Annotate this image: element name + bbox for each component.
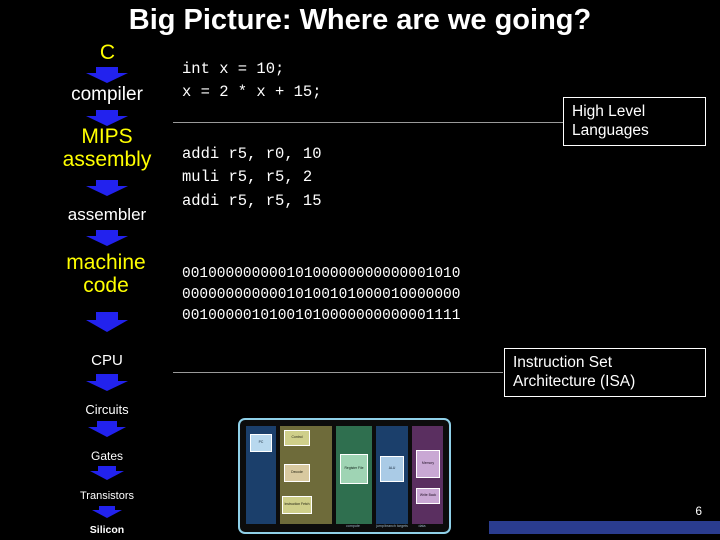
arrow-compiler-to-mips bbox=[86, 110, 128, 126]
arrow-machine-to-cpu bbox=[86, 312, 128, 332]
level-label-mips-assembly: MIPS assembly bbox=[48, 125, 166, 171]
divider-isa bbox=[173, 372, 503, 373]
level-label-transistors: Transistors bbox=[80, 490, 134, 502]
chip-block-pc: PC bbox=[250, 434, 272, 452]
chip-block-write-back: Write Back bbox=[416, 488, 440, 504]
level-label-machine-code: machine code bbox=[44, 251, 168, 297]
level-label-cpu: CPU bbox=[91, 352, 123, 369]
level-label-assembler: assembler bbox=[67, 205, 147, 224]
level-label-mips-line1: MIPS bbox=[81, 125, 133, 148]
c-source-code: int x = 10; x = 2 * x + 15; bbox=[182, 60, 322, 102]
slide-root: Big Picture: Where are we going? C compi… bbox=[0, 0, 720, 540]
assembly-code: addi r5, r0, 10 muli r5, r5, 2 addi r5, … bbox=[182, 145, 322, 210]
chip-caption-data: data bbox=[418, 524, 426, 528]
level-label-gates: Gates bbox=[90, 449, 123, 463]
chip-block-decode: Decode bbox=[284, 464, 310, 482]
level-label-mips-line2: assembly bbox=[62, 147, 152, 171]
arrow-assembler-to-machine bbox=[86, 230, 128, 246]
level-label-circuits: Circuits bbox=[85, 402, 129, 417]
chip-block-control: Control bbox=[284, 430, 310, 446]
level-label-silicon: Silicon bbox=[89, 524, 125, 536]
chip-block-alu: ALU bbox=[380, 456, 404, 482]
machine-code-bits: 00100000000010100000000000001010 0000000… bbox=[182, 266, 461, 325]
callout-isa-line1: Instruction Set bbox=[513, 354, 613, 371]
chip-caption-branch: jump/branch targets bbox=[376, 524, 408, 528]
callout-high-level-line2: Languages bbox=[572, 122, 649, 140]
level-label-machine-line2: code bbox=[83, 273, 129, 297]
callout-isa: Instruction Set Architecture (ISA) bbox=[504, 348, 706, 397]
arrow-gates-to-transistors bbox=[90, 466, 124, 480]
arrow-c-to-compiler bbox=[86, 67, 128, 83]
chip-caption-compute: compute bbox=[346, 524, 360, 528]
chip-block-memory: Memory bbox=[416, 450, 440, 478]
callout-high-level-line1: High Level bbox=[572, 103, 646, 120]
arrow-cpu-to-circuits bbox=[86, 374, 128, 391]
callout-isa-line2: Architecture (ISA) bbox=[513, 373, 636, 391]
chip-block-instruction-fetch: Instruction Fetch bbox=[282, 496, 312, 514]
level-label-machine-line1: machine bbox=[66, 251, 146, 274]
page-title: Big Picture: Where are we going? bbox=[128, 4, 592, 36]
divider-high-level bbox=[173, 122, 563, 123]
arrow-transistors-to-silicon bbox=[92, 506, 122, 518]
arrow-circuits-to-gates bbox=[88, 421, 126, 437]
cpu-datapath-diagram: PC Control Decode Register File ALU Memo… bbox=[238, 418, 451, 534]
arrow-mips-to-assembler bbox=[86, 180, 128, 196]
chip-block-register-file: Register File bbox=[340, 454, 368, 484]
bottom-accent-bar bbox=[489, 521, 720, 534]
callout-high-level-languages: High Level Languages bbox=[563, 97, 706, 146]
page-number: 6 bbox=[695, 504, 702, 518]
level-label-c: C bbox=[99, 41, 116, 64]
level-label-compiler: compiler bbox=[71, 84, 143, 105]
